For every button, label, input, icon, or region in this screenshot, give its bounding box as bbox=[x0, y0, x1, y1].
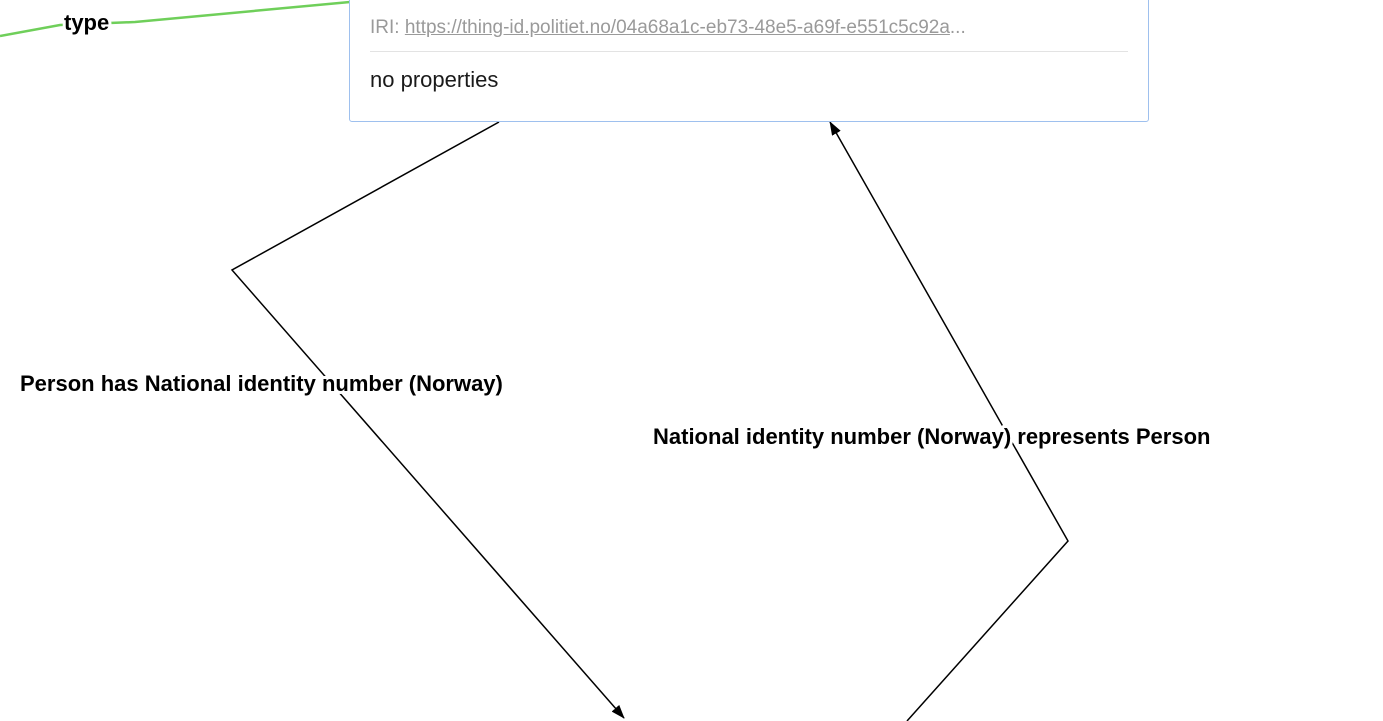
iri-row: IRI: https://thing-id.politiet.no/04a68a… bbox=[370, 17, 1130, 39]
iri-link[interactable]: https://thing-id.politiet.no/04a68a1c-eb… bbox=[405, 17, 950, 38]
element-card[interactable]: IRI: https://thing-id.politiet.no/04a68a… bbox=[349, 0, 1149, 122]
properties-text: no properties bbox=[370, 67, 499, 92]
represents-link-label[interactable]: National identity number (Norway) repres… bbox=[650, 421, 1213, 452]
iri-label: IRI: bbox=[370, 17, 400, 38]
represents-link[interactable] bbox=[829, 121, 1069, 721]
type-link[interactable] bbox=[0, 0, 351, 38]
iri-ellipsis: ... bbox=[949, 17, 966, 38]
has-link[interactable] bbox=[230, 121, 625, 719]
type-link-label[interactable]: type bbox=[61, 7, 112, 38]
card-divider bbox=[370, 51, 1128, 52]
has-link-label[interactable]: Person has National identity number (Nor… bbox=[17, 368, 506, 399]
